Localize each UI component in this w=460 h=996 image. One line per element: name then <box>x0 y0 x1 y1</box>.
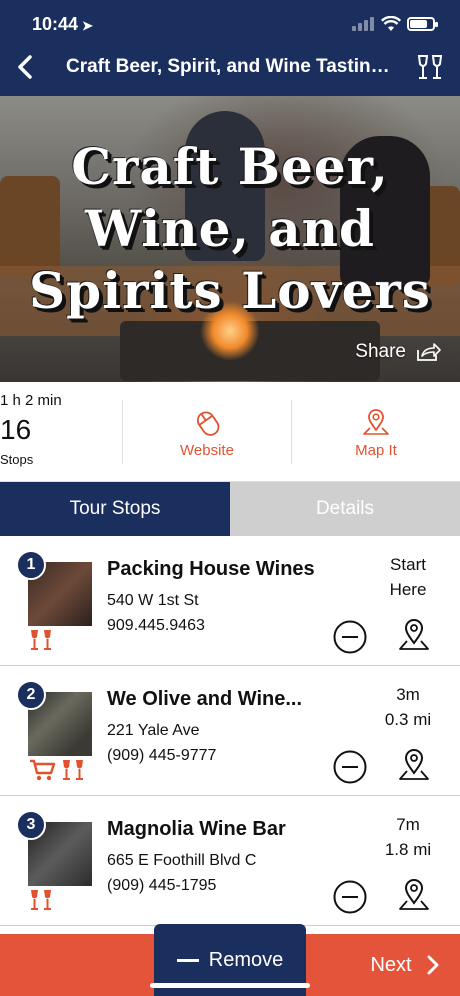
map-it-label: Map It <box>355 442 397 459</box>
hero-title-line: Craft Beer, <box>71 137 389 196</box>
tour-stop-list: 1 Packing House Wines 540 W 1st St 909.4… <box>0 536 460 926</box>
remove-stop-icon[interactable] <box>333 620 367 654</box>
mouse-icon <box>196 411 220 436</box>
stop-number-badge: 3 <box>16 810 46 840</box>
stop-phone[interactable]: (909) 445-1795 <box>107 877 216 895</box>
share-icon <box>417 343 441 361</box>
tour-duration: 1 h 2 min <box>0 392 62 409</box>
stops-count: 16 <box>0 414 32 445</box>
map-pin-icon[interactable] <box>397 876 431 914</box>
location-arrow-icon: ➤ <box>82 18 93 33</box>
share-button[interactable]: Share <box>355 341 442 363</box>
stop-name: Packing House Wines <box>107 558 315 580</box>
remove-label: Remove <box>208 948 284 971</box>
stop-distance: 3m 0.3 mi <box>362 682 454 732</box>
stop-distance-line: 3m <box>396 685 420 704</box>
stop-number-badge: 2 <box>16 680 46 710</box>
minus-icon <box>176 958 199 962</box>
hero-title-line: Spirits Lovers <box>29 261 431 320</box>
hero-image: Craft Beer, Wine, and Spirits Lovers Sha… <box>0 96 460 382</box>
next-label: Next <box>370 953 412 976</box>
map-it-button[interactable]: Map It <box>292 382 460 482</box>
tour-stats: 1 h 2 min 16 Stops Website Map It <box>0 382 460 482</box>
status-time: 10:44 ➤ <box>32 14 93 35</box>
stop-distance-line: 1.8 mi <box>384 840 432 859</box>
stops-label: Stops <box>0 452 34 467</box>
stop-distance: 7m 1.8 mi <box>362 812 454 862</box>
stop-address: 665 E Foothill Blvd C <box>107 852 257 869</box>
tab-details[interactable]: Details <box>230 482 460 536</box>
hero-title: Craft Beer, Wine, and Spirits Lovers <box>0 136 460 322</box>
stop-categories <box>28 628 56 652</box>
map-pin-icon <box>363 409 389 435</box>
stop-address: 221 Yale Ave <box>107 722 200 739</box>
remove-stop-icon[interactable] <box>333 750 367 784</box>
tour-stop-row[interactable]: 2 We Olive and Wine... 221 Yale Ave (909… <box>0 666 460 796</box>
tour-stop-row[interactable]: 3 Magnolia Wine Bar 665 E Foothill Blvd … <box>0 796 460 926</box>
share-label: Share <box>355 341 406 362</box>
hero-title-line: Wine, and <box>85 199 375 258</box>
website-button[interactable]: Website <box>123 382 291 482</box>
stop-distance-line: Start <box>390 555 426 574</box>
chevron-left-icon[interactable] <box>12 52 40 82</box>
top-bar: 10:44 ➤ Craft Beer, Spirit, and Wine Tast… <box>0 0 460 96</box>
wine-glasses-icon[interactable] <box>414 52 446 84</box>
stop-distance-line: 7m <box>396 815 420 834</box>
tab-tour-stops[interactable]: Tour Stops <box>0 482 230 536</box>
stop-distance-line: Here <box>389 580 427 599</box>
stop-distance: Start Here <box>362 552 454 602</box>
page-title: Craft Beer, Spirit, and Wine Tastin… <box>66 56 390 77</box>
stop-name: We Olive and Wine... <box>107 688 303 710</box>
wine-glasses-icon <box>31 890 51 910</box>
tour-stop-row[interactable]: 1 Packing House Wines 540 W 1st St 909.4… <box>0 536 460 666</box>
next-button[interactable]: Next <box>350 934 460 996</box>
stop-distance-line: 0.3 mi <box>384 710 432 729</box>
stop-phone[interactable]: (909) 445-9777 <box>107 747 216 765</box>
time-text: 10:44 <box>32 14 79 34</box>
signal-icon <box>352 17 374 31</box>
tab-bar: Tour Stops Details <box>0 482 460 536</box>
wine-glasses-icon <box>31 630 51 650</box>
remove-stop-icon[interactable] <box>333 880 367 914</box>
stop-name: Magnolia Wine Bar <box>107 818 286 840</box>
battery-icon <box>407 17 438 31</box>
chevron-right-icon <box>427 955 439 975</box>
map-pin-icon[interactable] <box>397 616 431 654</box>
website-label: Website <box>180 442 234 459</box>
map-pin-icon[interactable] <box>397 746 431 784</box>
home-indicator[interactable] <box>150 983 310 988</box>
wine-glasses-icon <box>63 760 83 780</box>
stop-phone[interactable]: 909.445.9463 <box>107 617 205 635</box>
stop-categories <box>28 888 56 912</box>
status-bar: 10:44 ➤ <box>0 10 460 40</box>
stop-address: 540 W 1st St <box>107 592 199 609</box>
shopping-cart-icon <box>30 759 56 781</box>
wifi-icon <box>381 16 401 31</box>
nav-bar: Craft Beer, Spirit, and Wine Tastin… <box>0 44 460 92</box>
stop-number-badge: 1 <box>16 550 46 580</box>
stop-categories <box>28 758 88 782</box>
